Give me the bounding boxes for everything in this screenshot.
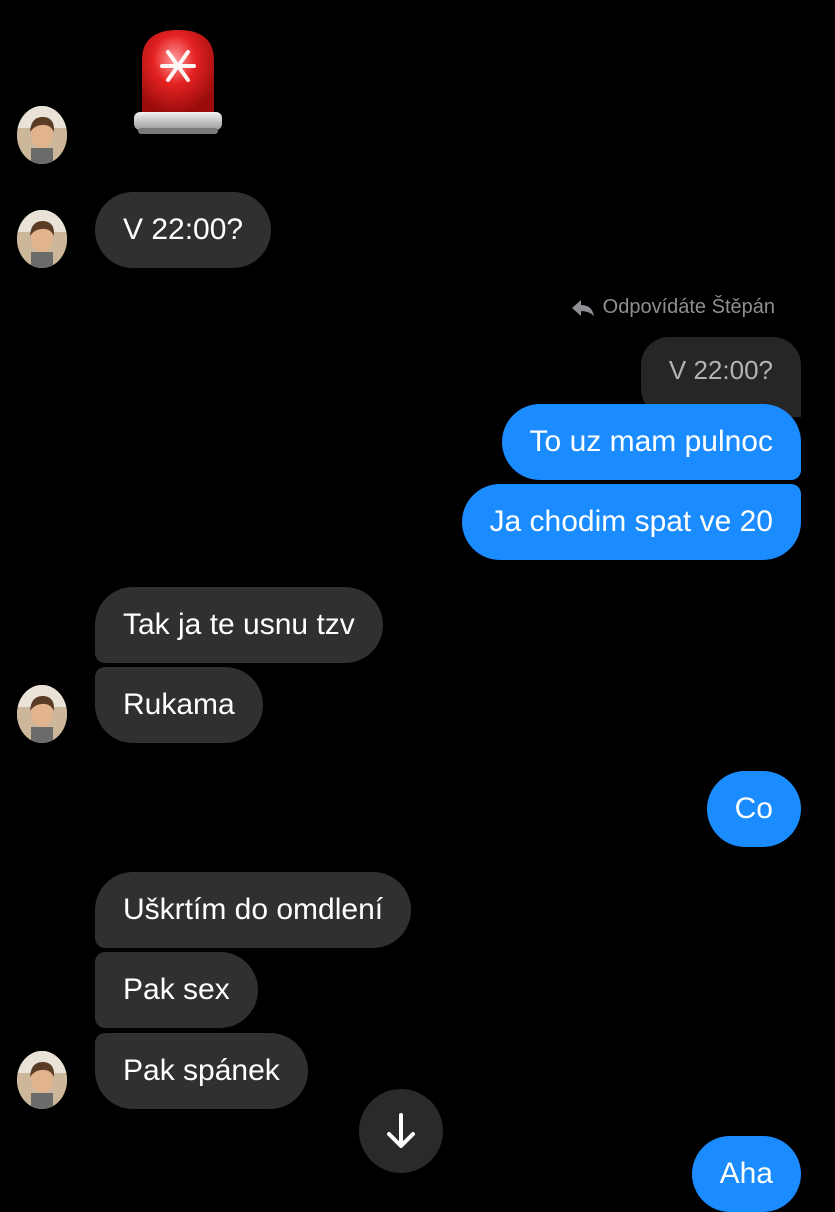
reply-label-text: Odpovídáte Štěpán bbox=[602, 296, 775, 318]
message-bubble-incoming[interactable]: Uškrtím do omdlení bbox=[95, 872, 412, 948]
arrow-down-icon bbox=[387, 1113, 415, 1148]
sender-avatar[interactable] bbox=[17, 685, 67, 743]
message-text: Pak spánek bbox=[123, 1054, 280, 1087]
sender-avatar[interactable] bbox=[17, 1051, 67, 1109]
reply-arrow-icon bbox=[571, 299, 594, 316]
message-text: Pak sex bbox=[123, 973, 230, 1006]
sender-avatar[interactable] bbox=[17, 210, 67, 268]
sender-avatar[interactable] bbox=[17, 106, 67, 164]
message-bubble-incoming[interactable]: Tak ja te usnu tzv bbox=[95, 587, 383, 663]
reply-context-label: Odpovídáte Štěpán bbox=[571, 296, 775, 319]
message-bubble-incoming[interactable]: Pak spánek bbox=[95, 1033, 308, 1109]
message-bubble-incoming[interactable]: Pak sex bbox=[95, 952, 258, 1028]
avatar-photo bbox=[17, 1051, 67, 1109]
message-text: V 22:00? bbox=[123, 213, 244, 246]
avatar-photo bbox=[17, 210, 67, 268]
message-text: Ja chodim spat ve 20 bbox=[489, 505, 774, 538]
police-car-light-icon bbox=[134, 30, 222, 134]
message-bubble-incoming[interactable]: V 22:00? bbox=[95, 192, 272, 268]
avatar-photo bbox=[17, 685, 67, 743]
message-text: Rukama bbox=[123, 688, 235, 721]
message-text: Uškrtím do omdlení bbox=[123, 893, 384, 926]
message-bubble-outgoing[interactable]: To uz mam pulnoc bbox=[501, 404, 801, 480]
message-bubble-outgoing[interactable]: Co bbox=[706, 771, 801, 847]
message-text: Co bbox=[734, 792, 773, 825]
scroll-to-bottom-button[interactable] bbox=[359, 1089, 443, 1173]
message-text: To uz mam pulnoc bbox=[529, 425, 773, 458]
message-bubble-outgoing[interactable]: Ja chodim spat ve 20 bbox=[461, 484, 801, 560]
message-bubble-incoming[interactable]: Rukama bbox=[95, 667, 263, 743]
message-text: Aha bbox=[719, 1157, 773, 1190]
siren-emoji-message[interactable] bbox=[132, 22, 224, 140]
avatar-photo bbox=[17, 106, 67, 164]
message-bubble-outgoing[interactable]: Aha bbox=[691, 1136, 801, 1212]
message-text: Tak ja te usnu tzv bbox=[123, 608, 355, 641]
quoted-message-text: V 22:00? bbox=[668, 355, 773, 385]
